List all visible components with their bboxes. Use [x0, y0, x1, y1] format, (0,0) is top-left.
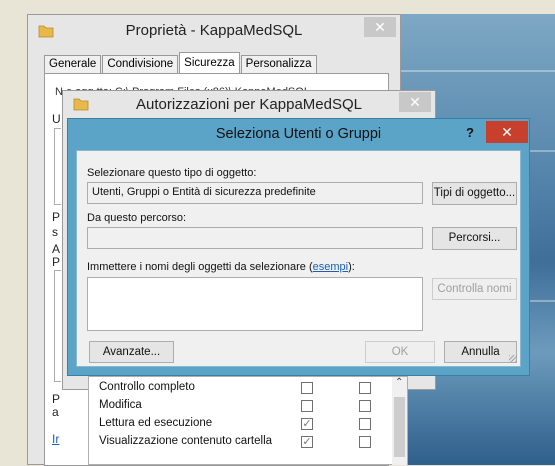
help-icon[interactable]: ? [466, 125, 474, 140]
deny-checkbox[interactable] [359, 436, 371, 448]
names-label-prefix: Immettere i nomi degli oggetti da selezi… [87, 261, 313, 273]
deny-checkbox[interactable] [359, 400, 371, 412]
tab-sicurezza[interactable]: Sicurezza [179, 52, 240, 73]
object-type-field: Utenti, Gruppi o Entità di sicurezza pre… [87, 182, 423, 204]
desktop-stripe [401, 70, 555, 72]
partial-label: P [52, 210, 61, 224]
dialog-title: Seleziona Utenti o Gruppi [215, 126, 382, 142]
allow-checkbox[interactable]: ✓ [301, 418, 313, 430]
window-title: Autorizzazioni per KappaMedSQL [136, 96, 362, 113]
scrollbar-thumb[interactable] [394, 397, 405, 457]
permissions-scrollbar[interactable]: ⌃ [392, 377, 407, 465]
partial-label: P [52, 255, 61, 269]
partial-label: U [52, 112, 61, 126]
resize-grip[interactable] [509, 355, 517, 363]
locations-button[interactable]: Percorsi... [432, 227, 517, 250]
object-names-input[interactable] [87, 277, 423, 331]
check-names-button[interactable]: Controlla nomi [432, 278, 517, 300]
object-types-button[interactable]: Tipi di oggetto... [432, 182, 517, 205]
permission-name: Lettura ed esecuzione [99, 417, 213, 429]
object-type-label: Selezionare questo tipo di oggetto: [87, 167, 257, 179]
partial-label: A [52, 242, 61, 256]
checkmark-icon: ✓ [302, 418, 312, 430]
allow-checkbox[interactable] [301, 400, 313, 412]
allow-checkbox[interactable] [301, 382, 313, 394]
advanced-button[interactable]: Avanzate... [89, 341, 174, 363]
close-button[interactable]: ✕ [364, 17, 396, 37]
partial-label: a [52, 405, 59, 419]
close-icon: ✕ [409, 94, 421, 110]
location-field [87, 227, 423, 249]
checkmark-icon: ✓ [302, 436, 312, 448]
tab-personalizza[interactable]: Personalizza [240, 55, 317, 73]
partial-label: P [52, 392, 61, 406]
close-icon: ✕ [374, 19, 386, 35]
scroll-up-icon[interactable]: ⌃ [395, 377, 403, 388]
examples-link[interactable]: esempi [313, 261, 348, 273]
permission-name: Controllo completo [99, 381, 195, 393]
cancel-button[interactable]: Annulla [444, 341, 517, 363]
names-label: Immettere i nomi degli oggetti da selezi… [87, 261, 355, 273]
close-button[interactable]: ✕ [486, 121, 528, 143]
partial-link[interactable]: Ir [52, 432, 59, 446]
select-users-dialog: Seleziona Utenti o Gruppi ? ✕ Selezionar… [67, 118, 530, 376]
close-button[interactable]: ✕ [399, 92, 431, 112]
tab-bar: Generale Condivisione Sicurezza Personal… [44, 52, 318, 73]
tab-condivisione[interactable]: Condivisione [102, 55, 179, 73]
partial-list-edge [54, 270, 61, 382]
window-title: Proprietà - KappaMedSQL [125, 22, 303, 39]
allow-checkbox[interactable]: ✓ [301, 436, 313, 448]
deny-checkbox[interactable] [359, 418, 371, 430]
permission-name: Modifica [99, 399, 142, 411]
permission-name: Visualizzazione contenuto cartella [99, 435, 273, 447]
tab-generale[interactable]: Generale [44, 55, 102, 73]
permissions-list: Controllo completo Modifica Lettura ed e… [88, 376, 408, 465]
names-label-suffix: ): [348, 261, 355, 273]
deny-checkbox[interactable] [359, 382, 371, 394]
location-label: Da questo percorso: [87, 212, 187, 224]
ok-button[interactable]: OK [365, 341, 435, 363]
close-icon: ✕ [501, 124, 513, 140]
partial-list-edge [54, 128, 61, 205]
dialog-body: Selezionare questo tipo di oggetto: Uten… [76, 150, 521, 367]
partial-label: s [52, 225, 58, 239]
